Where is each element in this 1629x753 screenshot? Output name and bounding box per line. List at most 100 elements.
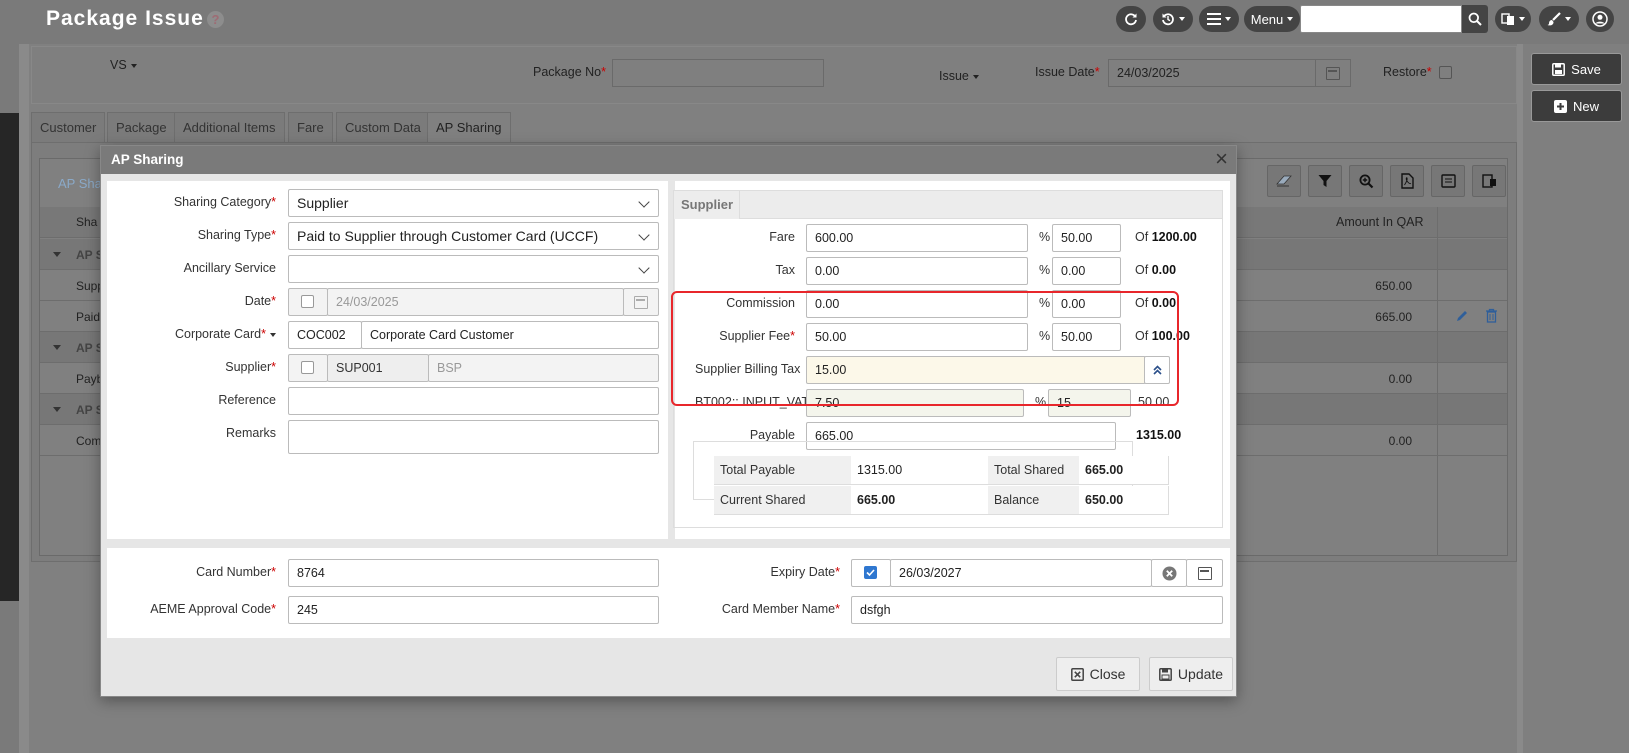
current-shared-value: 665.00 [851, 486, 989, 515]
user-profile-icon[interactable] [1586, 6, 1614, 32]
clear-icon [1162, 566, 1177, 581]
supplier-enable-checkbox[interactable] [301, 361, 314, 374]
reference-input[interactable] [288, 387, 659, 415]
left-gutter [19, 44, 29, 753]
tab-ap-sharing[interactable]: AP Sharing [427, 112, 511, 142]
tab-fare[interactable]: Fare [288, 112, 333, 142]
tab-supplier[interactable]: Supplier [674, 191, 740, 219]
pdf-icon[interactable] [1390, 165, 1424, 197]
date-input[interactable]: 24/03/2025 [327, 288, 624, 316]
chevron-down-icon [1225, 17, 1231, 21]
issue-date-picker-button[interactable] [1315, 59, 1351, 87]
grid-tab-label[interactable]: AP Sha [58, 176, 102, 191]
ancillary-service-select[interactable] [288, 255, 659, 283]
main-menu-button[interactable]: Menu [1244, 6, 1300, 32]
supplier-code-input[interactable]: SUP001 [327, 354, 429, 382]
global-search-input[interactable] [1300, 5, 1462, 33]
delete-row-icon[interactable] [1485, 308, 1498, 326]
collapse-caret-icon[interactable] [53, 345, 61, 350]
export-icon[interactable] [1431, 165, 1465, 197]
save-button[interactable]: Save [1531, 53, 1622, 85]
update-button[interactable]: Update [1149, 657, 1233, 691]
expiry-date-label: Expiry Date* [770, 565, 840, 579]
close-label: Close [1089, 666, 1126, 682]
supplier-name-input[interactable]: BSP [428, 354, 659, 382]
clear-expiry-button[interactable] [1151, 559, 1187, 587]
package-no-input[interactable] [612, 59, 824, 87]
grid-row-amount: 665.00 [1375, 310, 1412, 324]
chevron-down-icon [1287, 17, 1294, 21]
supplier-label: Supplier* [225, 360, 276, 374]
issue-dropdown[interactable]: Issue [939, 69, 979, 83]
grid-row-label: Paid [76, 310, 101, 324]
remarks-label: Remarks [225, 426, 276, 440]
new-button[interactable]: New [1531, 90, 1622, 122]
help-icon[interactable]: ? [207, 11, 224, 28]
tab-customer[interactable]: Customer [31, 112, 106, 142]
corporate-card-name-input[interactable]: Corporate Card Customer [361, 321, 659, 349]
date-enable-checkbox[interactable] [301, 295, 314, 308]
calendar-icon [1198, 567, 1212, 580]
balance-value: 650.00 [1079, 486, 1169, 515]
remarks-textarea[interactable] [288, 420, 659, 454]
date-picker-button[interactable] [623, 288, 659, 316]
expiry-enable-checkbox[interactable] [864, 566, 877, 579]
eraser-icon[interactable] [1267, 165, 1301, 197]
column-chooser-icon[interactable] [1472, 165, 1506, 197]
action-sidebar [1523, 44, 1629, 753]
issue-label: Issue [939, 69, 969, 83]
tab-additional-items[interactable]: Additional Items [174, 112, 285, 142]
card-number-input[interactable]: 8764 [288, 559, 659, 587]
amount-column-header[interactable]: Amount In QAR [1336, 215, 1424, 229]
date-checkbox-addon [288, 288, 328, 316]
vs-dropdown[interactable]: VS [110, 58, 137, 72]
close-icon[interactable]: × [1215, 148, 1228, 170]
grid-column-header[interactable]: Sha [76, 215, 97, 229]
language-dropdown-button[interactable] [1495, 6, 1531, 32]
update-label: Update [1177, 666, 1224, 682]
collapse-caret-icon[interactable] [53, 407, 61, 412]
payable-label: Payable [749, 428, 795, 442]
chevron-down-icon [638, 196, 650, 208]
fare-amount-input[interactable]: 600.00 [806, 224, 1028, 252]
history-dropdown-button[interactable] [1153, 6, 1193, 32]
refresh-icon[interactable] [1116, 6, 1146, 32]
current-shared-label: Current Shared [714, 486, 852, 515]
filter-icon[interactable] [1308, 165, 1342, 197]
sharing-type-select[interactable]: Paid to Supplier through Customer Card (… [288, 222, 659, 250]
chevron-down-icon [1565, 17, 1571, 21]
date-label: Date* [244, 294, 276, 308]
expiry-checkbox-addon [851, 559, 891, 587]
corporate-card-code-input[interactable]: COC002 [288, 321, 362, 349]
grid-row-label: Com [76, 434, 102, 448]
tab-custom-data[interactable]: Custom Data [336, 112, 430, 142]
tax-pct-input[interactable]: 0.00 [1052, 257, 1121, 285]
fare-pct-input[interactable]: 50.00 [1052, 224, 1121, 252]
ancillary-service-label: Ancillary Service [183, 261, 276, 275]
tax-amount-input[interactable]: 0.00 [806, 257, 1028, 285]
sharing-type-label: Sharing Type* [197, 228, 276, 242]
corporate-card-label[interactable]: Corporate Card* [150, 327, 276, 341]
restore-checkbox[interactable] [1439, 66, 1452, 79]
tax-label: Tax [775, 263, 795, 277]
restore-label: Restore* [1383, 65, 1432, 79]
theme-brush-button[interactable] [1539, 6, 1579, 32]
collapse-caret-icon[interactable] [53, 252, 61, 257]
edit-row-icon[interactable] [1455, 309, 1469, 326]
expiry-date-picker-button[interactable] [1186, 559, 1223, 587]
approval-code-input[interactable]: 245 [288, 596, 659, 624]
calendar-icon [634, 296, 648, 309]
tab-package[interactable]: Package [107, 112, 176, 142]
member-name-input[interactable]: dsfgh [851, 596, 1223, 624]
sharing-category-select[interactable]: Supplier [288, 189, 659, 217]
zoom-in-icon[interactable] [1349, 165, 1383, 197]
search-icon[interactable] [1462, 5, 1488, 33]
close-button[interactable]: Close [1056, 657, 1140, 691]
expiry-date-input[interactable]: 26/03/2027 [890, 559, 1152, 587]
approval-code-label: AEME Approval Code* [150, 602, 276, 616]
save-icon [1158, 667, 1172, 681]
issue-date-input[interactable]: 24/03/2025 [1108, 59, 1316, 87]
list-menu-button[interactable] [1199, 6, 1239, 32]
chevron-down-icon [1519, 17, 1525, 21]
member-name-label: Card Member Name* [721, 602, 840, 616]
